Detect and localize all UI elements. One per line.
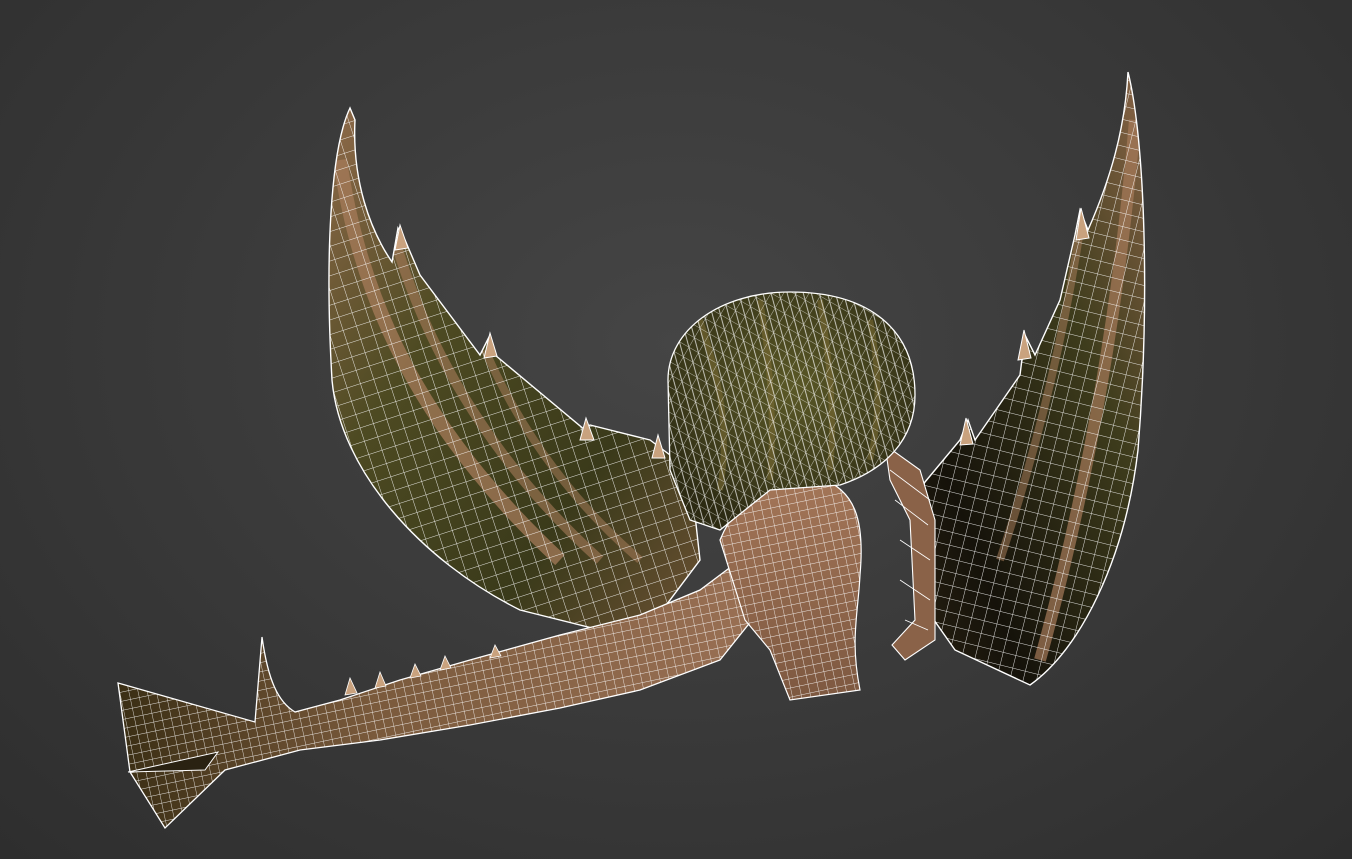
scene-canvas[interactable] xyxy=(0,0,1352,859)
left-wing xyxy=(328,106,701,641)
3d-viewport[interactable] xyxy=(0,0,1352,859)
